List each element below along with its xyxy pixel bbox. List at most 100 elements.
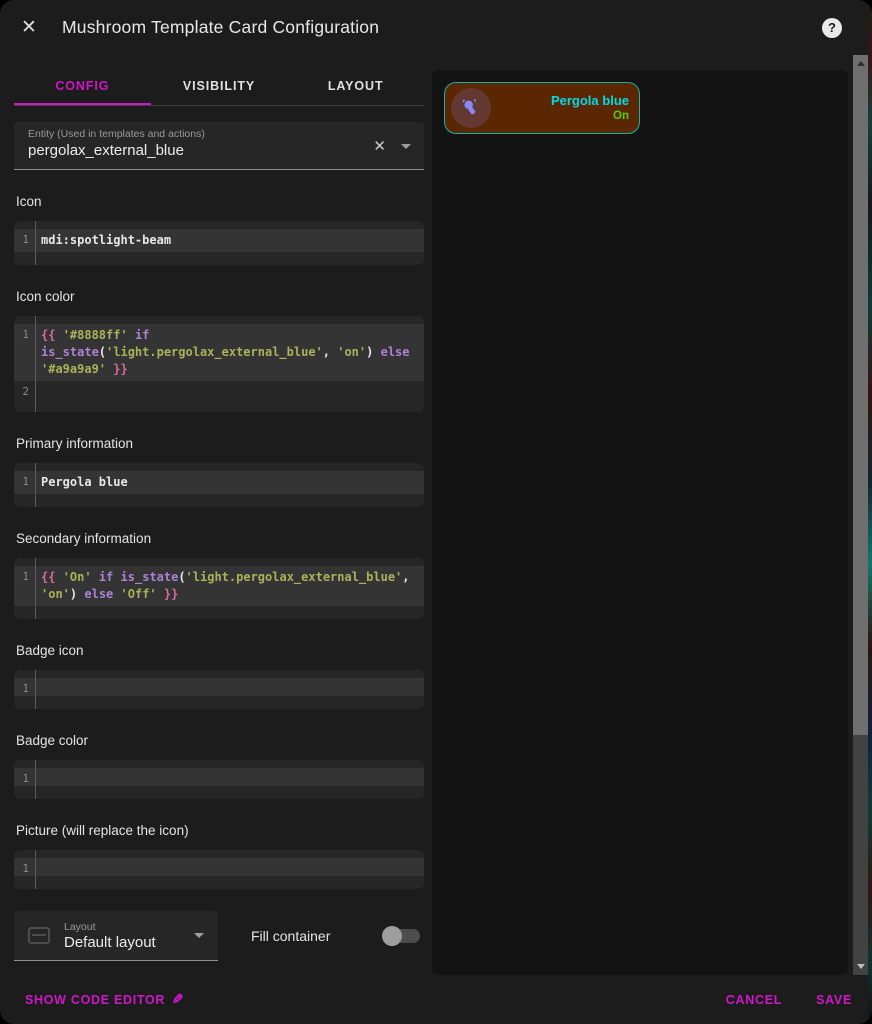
config-form: CONFIG VISIBILITY LAYOUT Entity (Used in… [14, 69, 424, 961]
line-number: 2 [14, 381, 36, 399]
show-code-editor-button[interactable]: SHOW CODE EDITOR ✎ [25, 991, 184, 1008]
section-icon: Icon 1mdi:spotlight-beam [14, 194, 424, 265]
layout-icon [28, 927, 50, 944]
tab-layout[interactable]: LAYOUT [287, 69, 424, 103]
card-secondary-text: On [491, 109, 629, 123]
dialog-title: Mushroom Template Card Configuration [62, 17, 379, 38]
field-label: Badge icon [14, 643, 424, 658]
card-primary-text: Pergola blue [491, 93, 629, 109]
code-line[interactable]: Pergola blue [36, 471, 424, 494]
field-label: Secondary information [14, 531, 424, 546]
line-number: 1 [14, 471, 36, 494]
card-texts: Pergola blue On [491, 93, 633, 123]
code-line[interactable] [36, 858, 424, 876]
layout-options-row: Layout Default layout Fill container [14, 911, 424, 961]
layout-select-value: Default layout [64, 934, 156, 951]
code-line[interactable] [36, 696, 424, 709]
line-number: 1 [14, 678, 36, 696]
close-icon[interactable]: ✕ [16, 15, 42, 41]
scrollbar-thumb[interactable] [853, 72, 868, 735]
tab-divider [14, 105, 424, 106]
line-number: 1 [14, 858, 36, 876]
line-number [14, 876, 36, 889]
code-line[interactable] [36, 768, 424, 786]
help-icon[interactable]: ? [822, 18, 842, 38]
editor-sections: Icon 1mdi:spotlight-beam Icon color 1{{ … [14, 194, 424, 889]
icon-code-editor[interactable]: 1mdi:spotlight-beam [14, 221, 424, 265]
entity-label: Entity (Used in templates and actions) [28, 128, 360, 140]
toggle-thumb [382, 926, 402, 946]
layout-select-label: Layout [64, 921, 156, 933]
entity-picker[interactable]: Entity (Used in templates and actions) p… [14, 122, 424, 170]
line-number [14, 786, 36, 799]
cancel-button[interactable]: CANCEL [726, 993, 782, 1007]
line-number [14, 760, 36, 768]
preview-card[interactable]: Pergola blue On [444, 82, 640, 134]
field-label: Primary information [14, 436, 424, 451]
line-number [14, 850, 36, 858]
field-label: Icon [14, 194, 424, 209]
fill-container-label: Fill container [251, 928, 330, 944]
clear-entity-icon[interactable]: ✕ [373, 137, 386, 155]
line-number [14, 494, 36, 507]
scrollbar[interactable] [853, 55, 868, 975]
scroll-down-icon[interactable] [853, 958, 868, 975]
chevron-down-icon [194, 933, 204, 938]
line-number [14, 316, 36, 324]
dialog-header: ✕ Mushroom Template Card Configuration ? [0, 0, 872, 55]
pencil-icon: ✎ [171, 991, 183, 1008]
code-line[interactable] [36, 786, 424, 799]
code-line[interactable] [36, 381, 424, 399]
line-number [14, 463, 36, 471]
section-picture: Picture (will replace the icon) 1 [14, 823, 424, 889]
code-line[interactable] [36, 494, 424, 507]
background-edge-strip [868, 0, 872, 1024]
secondary-information-code-editor[interactable]: 1{{ 'On' if is_state('light.pergolax_ext… [14, 558, 424, 619]
tab-visibility[interactable]: VISIBILITY [151, 69, 288, 103]
code-line[interactable]: {{ '#8888ff' if is_state('light.pergolax… [36, 324, 424, 381]
chevron-down-icon[interactable] [401, 144, 411, 149]
section-primary-information: Primary information 1Pergola blue [14, 436, 424, 507]
layout-select[interactable]: Layout Default layout [14, 911, 218, 961]
layout-select-texts: Layout Default layout [64, 921, 156, 951]
line-number: 1 [14, 768, 36, 786]
code-line[interactable]: mdi:spotlight-beam [36, 229, 424, 252]
scroll-up-icon[interactable] [853, 55, 868, 72]
code-line[interactable] [36, 399, 424, 412]
fill-container-toggle[interactable] [384, 929, 420, 943]
code-line[interactable] [36, 606, 424, 619]
line-number [14, 221, 36, 229]
field-label: Icon color [14, 289, 424, 304]
dialog-footer: SHOW CODE EDITOR ✎ CANCEL SAVE [0, 975, 872, 1024]
tab-config[interactable]: CONFIG [14, 69, 151, 103]
icon-color-code-editor[interactable]: 1{{ '#8888ff' if is_state('light.pergola… [14, 316, 424, 412]
code-line[interactable] [36, 252, 424, 265]
card-icon-circle[interactable] [451, 88, 491, 128]
line-number [14, 696, 36, 709]
line-number [14, 558, 36, 566]
line-number [14, 252, 36, 265]
save-button[interactable]: SAVE [816, 993, 852, 1007]
badge-color-code-editor[interactable]: 1 [14, 760, 424, 799]
field-label: Picture (will replace the icon) [14, 823, 424, 838]
section-badge-icon: Badge icon 1 [14, 643, 424, 709]
line-number: 1 [14, 229, 36, 252]
card-preview-panel: Pergola blue On [432, 70, 848, 975]
mushroom-card-config-dialog: ✕ Mushroom Template Card Configuration ?… [0, 0, 872, 1024]
code-line[interactable] [36, 876, 424, 889]
tab-bar: CONFIG VISIBILITY LAYOUT [14, 69, 424, 103]
line-number [14, 399, 36, 412]
show-code-editor-label: SHOW CODE EDITOR [25, 993, 165, 1007]
picture-code-editor[interactable]: 1 [14, 850, 424, 889]
entity-value: pergolax_external_blue [28, 142, 360, 159]
field-label: Badge color [14, 733, 424, 748]
line-number [14, 606, 36, 619]
code-line[interactable]: {{ 'On' if is_state('light.pergolax_exte… [36, 566, 424, 606]
code-line[interactable] [36, 678, 424, 696]
section-secondary-information: Secondary information 1{{ 'On' if is_sta… [14, 531, 424, 619]
line-number: 1 [14, 566, 36, 606]
section-badge-color: Badge color 1 [14, 733, 424, 799]
primary-information-code-editor[interactable]: 1Pergola blue [14, 463, 424, 507]
line-number: 1 [14, 324, 36, 381]
badge-icon-code-editor[interactable]: 1 [14, 670, 424, 709]
